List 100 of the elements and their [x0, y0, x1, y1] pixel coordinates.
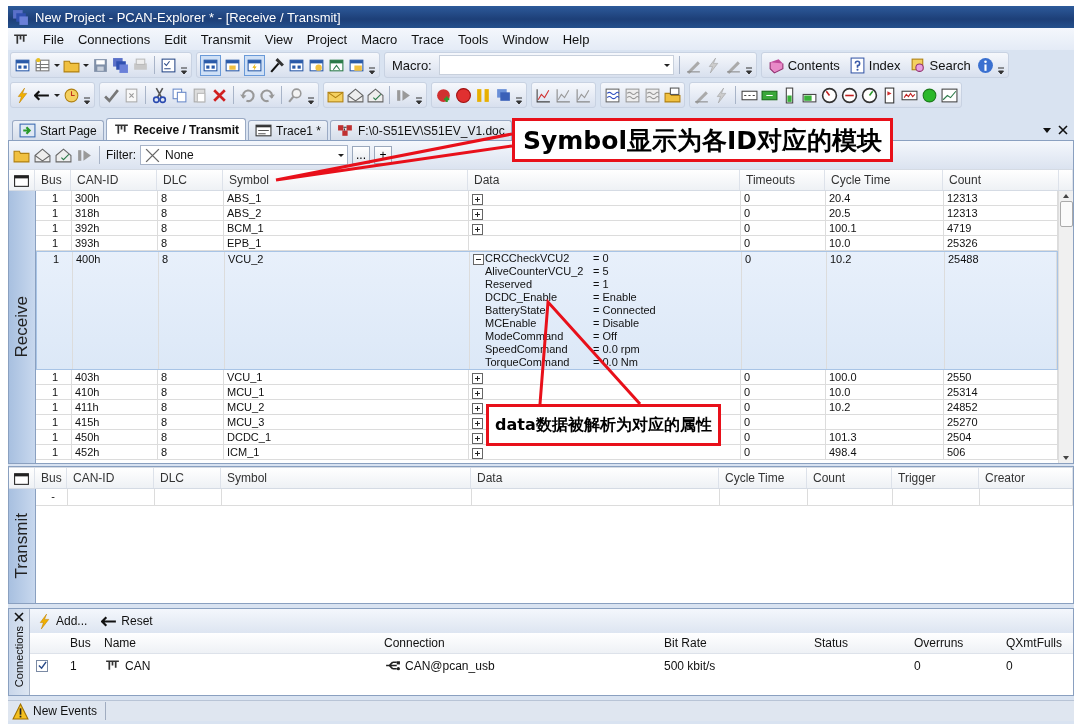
column-header[interactable]: Status [814, 636, 849, 650]
help-icon [848, 56, 866, 74]
column-header[interactable]: Connection [384, 636, 445, 650]
column-header[interactable]: Bit Rate [664, 636, 707, 650]
expand-icon[interactable] [472, 208, 483, 220]
menu-item[interactable]: Transmit [200, 31, 251, 47]
close-icon[interactable] [14, 612, 24, 622]
hammer-icon[interactable] [268, 56, 285, 74]
table-cell: 498.4 [829, 446, 857, 458]
scroll-thumb[interactable] [1059, 201, 1073, 227]
table-cell: 1 [52, 253, 60, 265]
table-icon[interactable] [34, 56, 51, 74]
toolbar-button[interactable]: Reset [101, 612, 153, 630]
column-header[interactable]: Bus [35, 468, 67, 488]
expand-icon[interactable] [472, 387, 483, 399]
table-cell: 100.0 [829, 371, 857, 383]
wave-chart-icon[interactable] [604, 86, 621, 104]
scrollbar[interactable] [1058, 191, 1073, 463]
column-header[interactable]: Symbol [221, 468, 471, 488]
column-header[interactable]: CAN-ID [71, 170, 157, 190]
macro-field[interactable] [438, 55, 674, 75]
toolbar-button[interactable]: Add... [36, 612, 88, 630]
copy-icon[interactable] [171, 86, 188, 104]
menu-item[interactable]: Edit [164, 31, 187, 47]
envelope-check-icon[interactable] [55, 146, 72, 164]
column-header[interactable]: Data [468, 170, 740, 190]
clock-icon[interactable] [63, 86, 80, 104]
folder-icon[interactable] [664, 86, 681, 104]
document-tab[interactable]: F:\0-S51EV\S51EV_V1.doc [330, 120, 512, 140]
redo-icon[interactable] [259, 86, 276, 104]
menu-item[interactable]: Window [502, 31, 549, 47]
column-header[interactable]: Count [943, 170, 1059, 190]
column-header[interactable]: Symbol [223, 170, 468, 190]
checklist-icon[interactable] [160, 56, 177, 74]
trend-chart-icon[interactable] [941, 86, 958, 104]
column-header[interactable]: CAN-ID [67, 468, 154, 488]
expand-icon[interactable] [472, 417, 483, 429]
menu-item[interactable]: View [264, 31, 293, 47]
help-button[interactable]: Contents [764, 56, 843, 74]
column-header[interactable]: Overruns [914, 636, 964, 650]
scissors-icon[interactable] [151, 86, 168, 104]
led-icon[interactable] [921, 86, 938, 104]
close-icon[interactable] [1058, 125, 1068, 135]
gauge-icon[interactable] [861, 86, 878, 104]
table-cell: 25326 [947, 237, 978, 249]
record-icon[interactable] [455, 86, 472, 104]
transmit-side-tab[interactable]: Transmit [9, 489, 36, 603]
undo-icon[interactable] [239, 86, 256, 104]
receive-side-tab[interactable]: Receive [9, 191, 36, 463]
column-header[interactable]: DLC [154, 468, 221, 488]
line-chart-icon[interactable] [535, 86, 552, 104]
info-icon[interactable] [976, 56, 994, 74]
filter-dropdown[interactable]: None [140, 145, 348, 165]
column-header[interactable]: Cycle Time [825, 170, 943, 190]
checkbox[interactable] [36, 659, 48, 672]
column-header[interactable]: Count [807, 468, 892, 488]
document-tab[interactable]: Start Page [12, 120, 104, 140]
column-header[interactable]: Trigger [892, 468, 979, 488]
table-cell: 1 [51, 371, 59, 383]
help-button[interactable]: Search [906, 56, 974, 74]
expand-icon[interactable] [472, 432, 483, 444]
column-header[interactable]: Creator [979, 468, 1073, 488]
stacked-windows-icon[interactable] [112, 56, 129, 74]
column-header[interactable]: Name [104, 636, 136, 650]
menu-item[interactable]: File [43, 31, 64, 47]
warning-icon [12, 702, 29, 720]
expand-icon[interactable] [472, 402, 483, 414]
menu-item[interactable]: Macro [361, 31, 398, 47]
menu-item[interactable]: Help [562, 31, 590, 47]
stacked-windows-icon[interactable] [495, 86, 512, 104]
gauge-icon[interactable] [841, 86, 858, 104]
column-header[interactable]: DLC [157, 170, 223, 190]
menu-item[interactable]: Project [306, 31, 348, 47]
menu-item[interactable]: Trace [411, 31, 444, 47]
expand-icon[interactable] [472, 223, 483, 235]
column-header[interactable]: Bus [70, 636, 91, 650]
menu-item[interactable]: Tools [458, 31, 489, 47]
document-tab[interactable]: Trace1 * [248, 120, 328, 140]
events-button[interactable]: New Events [8, 702, 107, 720]
expand-icon[interactable] [472, 372, 483, 384]
column-header[interactable]: Data [471, 468, 719, 488]
document-tab[interactable]: Receive / Transmit [105, 118, 247, 140]
expand-icon[interactable] [472, 193, 483, 205]
gauge-icon[interactable] [821, 86, 838, 104]
open-envelope-icon[interactable] [34, 146, 51, 164]
dropdown-icon[interactable] [1042, 125, 1052, 135]
column-header[interactable]: Cycle Time [719, 468, 807, 488]
column-header[interactable]: Timeouts [740, 170, 825, 190]
envelope-check-icon[interactable] [367, 86, 384, 104]
record-icon[interactable] [435, 86, 452, 104]
expand-icon[interactable] [472, 447, 483, 459]
column-header[interactable]: QXmtFulls [1006, 636, 1062, 650]
open-envelope-icon[interactable] [347, 86, 364, 104]
filter-button[interactable]: ... [352, 146, 370, 164]
help-button[interactable]: Index [845, 56, 904, 74]
column-header[interactable]: Bus [35, 170, 71, 190]
table-cell: 0 [744, 207, 751, 219]
signal-name: BatteryState [485, 304, 547, 317]
collapse-icon[interactable] [473, 253, 484, 265]
menu-item[interactable]: Connections [77, 31, 151, 47]
